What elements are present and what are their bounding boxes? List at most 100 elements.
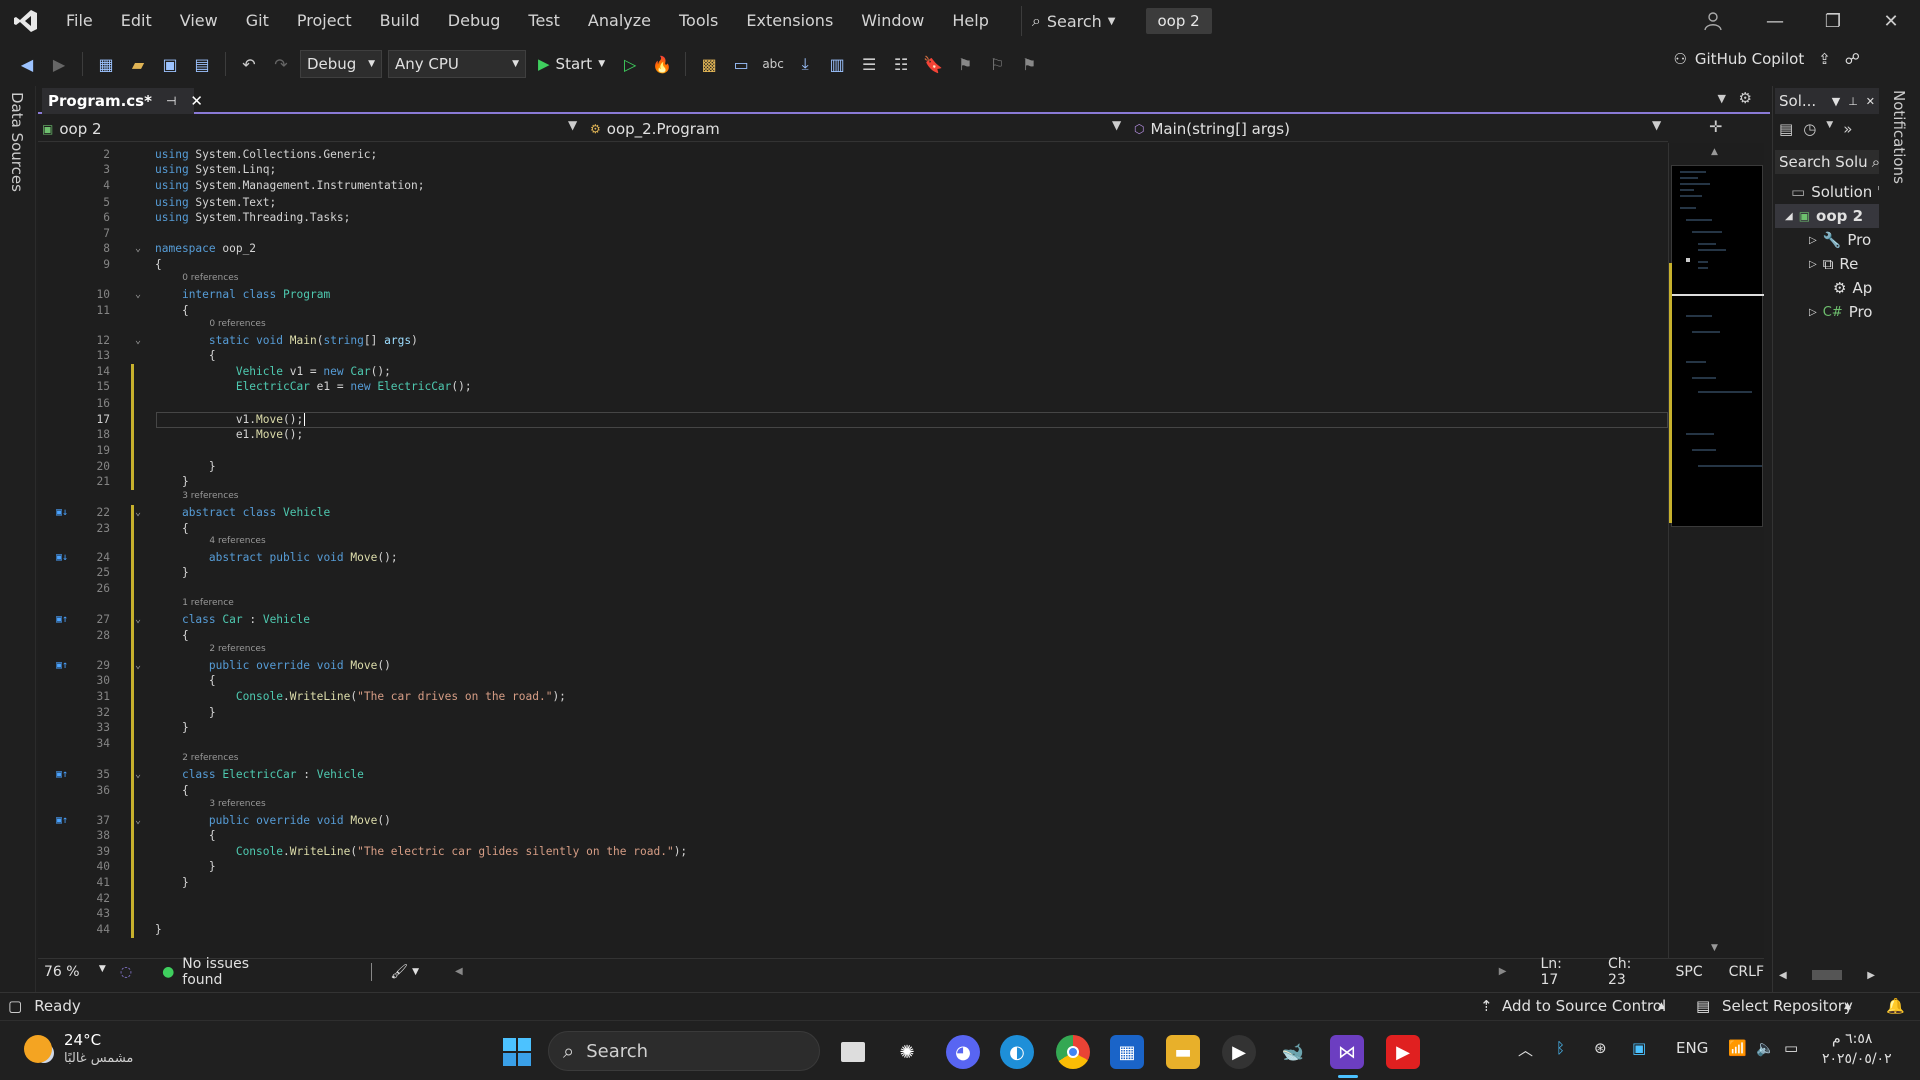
code-line[interactable]: 13 { xyxy=(38,348,1668,364)
step-icon[interactable]: ⤓ xyxy=(792,51,818,77)
scroll-left-icon[interactable]: ◀ xyxy=(455,966,463,977)
close-tab-icon[interactable]: ✕ xyxy=(190,92,203,110)
menu-git[interactable]: Git xyxy=(232,0,283,42)
code-line[interactable]: 26 xyxy=(38,581,1668,597)
bookmark-prev-icon[interactable]: ⚑ xyxy=(952,51,978,77)
minimize-button[interactable]: — xyxy=(1746,0,1804,42)
code-cleanup-icon[interactable]: 🖌 xyxy=(390,964,408,980)
code-line[interactable]: 19 xyxy=(38,443,1668,459)
code-line[interactable]: 41 } xyxy=(38,875,1668,891)
wifi-icon[interactable]: 📶 xyxy=(1728,1039,1747,1057)
fold-chevron-icon[interactable]: ⌄ xyxy=(135,241,141,257)
minimap-scrollbar[interactable]: ✛ ▲ ▼ xyxy=(1668,117,1764,958)
platform-select[interactable]: Any CPU ▼ xyxy=(388,50,526,78)
start-without-debugging-icon[interactable]: ▷ xyxy=(617,51,643,77)
search-button[interactable]: ⌕ Search ▼ xyxy=(1020,6,1126,36)
code-line[interactable]: 27 ▣↑ ⌄ class Car : Vehicle xyxy=(38,612,1668,628)
history-icon[interactable]: ◷ xyxy=(1803,120,1816,138)
bookmark-clear-icon[interactable]: ⚑ xyxy=(1016,51,1042,77)
code-line[interactable]: 25 } xyxy=(38,565,1668,581)
bluetooth-icon[interactable]: ᛒ xyxy=(1556,1039,1565,1057)
code-line[interactable]: 17 v1.Move(); xyxy=(38,412,1668,428)
copilot-status-icon[interactable]: ◌ xyxy=(120,964,132,980)
menu-tools[interactable]: Tools xyxy=(665,0,732,42)
codelens-references[interactable]: 1 reference xyxy=(182,598,234,608)
code-line[interactable]: 4 using System.Management.Instrumentation… xyxy=(38,178,1668,194)
feedback-icon[interactable]: ☍ xyxy=(1845,50,1860,68)
code-line[interactable]: 14 Vehicle v1 = new Car(); xyxy=(38,364,1668,380)
menu-test[interactable]: Test xyxy=(514,0,574,42)
type-scope-select[interactable]: ⚙ oop_2.Program xyxy=(590,118,720,140)
close-panel-icon[interactable]: ✕ xyxy=(1866,95,1875,108)
task-view-icon[interactable] xyxy=(836,1035,870,1069)
code-line[interactable]: 29 ▣↑ ⌄ public override void Move() xyxy=(38,658,1668,674)
scroll-right-icon[interactable]: ▶ xyxy=(1867,970,1875,981)
chevron-down-icon[interactable]: ▼ xyxy=(1832,95,1840,108)
codelens-references[interactable]: 2 references xyxy=(209,644,265,654)
codelens-references[interactable]: 4 references xyxy=(209,536,265,546)
weather-temperature[interactable]: 24°C xyxy=(64,1031,101,1049)
inheritance-margin-icon[interactable]: ▣↓ xyxy=(56,550,68,566)
hot-reload-icon[interactable]: 🔥 xyxy=(649,51,675,77)
fold-chevron-icon[interactable]: ⌄ xyxy=(135,287,141,303)
code-line[interactable]: 32 } xyxy=(38,705,1668,721)
new-project-icon[interactable]: ▦ xyxy=(93,51,119,77)
fold-chevron-icon[interactable]: ⌄ xyxy=(135,333,141,349)
tab-list-dropdown-icon[interactable]: ▼ xyxy=(1718,92,1726,105)
split-editor-icon[interactable]: ✛ xyxy=(1709,117,1722,136)
menu-window[interactable]: Window xyxy=(847,0,938,42)
tree-item-program-cs[interactable]: ▷ C# Pro xyxy=(1809,300,1879,324)
inheritance-margin-icon[interactable]: ▣↑ xyxy=(56,658,68,674)
select-repository-button[interactable]: Select Repository xyxy=(1722,997,1853,1015)
github-copilot-button[interactable]: ⚇ GitHub Copilot ⇪ ☍ xyxy=(1673,50,1860,68)
code-line[interactable]: 24 ▣↓ abstract public void Move(); xyxy=(38,550,1668,566)
tree-item-app-config[interactable]: ⚙ Ap xyxy=(1833,276,1879,300)
open-folder-icon[interactable]: ▰ xyxy=(125,51,151,77)
code-line[interactable]: 36 { xyxy=(38,783,1668,799)
format-icon[interactable]: ▥ xyxy=(824,51,850,77)
line-indicator[interactable]: Ln: 17 xyxy=(1540,956,1584,988)
pin-icon[interactable]: ⊣ xyxy=(166,94,176,108)
chevron-down-icon[interactable]: ▼ xyxy=(1652,118,1661,132)
spellcheck-icon[interactable]: abc xyxy=(760,51,786,77)
app-tray-icon[interactable]: ⊛ xyxy=(1594,1039,1607,1057)
code-line[interactable]: 15 ElectricCar e1 = new ElectricCar(); xyxy=(38,379,1668,395)
battery-icon[interactable]: ▭ xyxy=(1784,1039,1798,1057)
code-line[interactable]: 33 } xyxy=(38,720,1668,736)
tree-item-solution[interactable]: ▭ Solution ' xyxy=(1791,180,1879,204)
code-line[interactable]: 8 ⌄ namespace oop_2 xyxy=(38,241,1668,257)
code-line[interactable]: 7 xyxy=(38,226,1668,242)
chrome-icon[interactable] xyxy=(1056,1035,1090,1069)
member-scope-select[interactable]: ⬡ Main(string[] args) xyxy=(1134,118,1290,140)
code-line[interactable]: 39 Console.WriteLine("The electric car g… xyxy=(38,844,1668,860)
discord-icon[interactable]: ◕ xyxy=(946,1035,980,1069)
media-player-icon[interactable]: ▶ xyxy=(1222,1035,1256,1069)
data-sources-tab[interactable]: Data Sources xyxy=(8,92,26,192)
chevron-down-icon[interactable]: ▼ xyxy=(1826,120,1833,138)
language-indicator[interactable]: ENG xyxy=(1676,1039,1708,1057)
code-line[interactable]: 38 { xyxy=(38,828,1668,844)
notifications-tab[interactable]: Notifications xyxy=(1890,90,1908,184)
forward-icon[interactable]: ▶ xyxy=(46,51,72,77)
code-line[interactable]: 44} xyxy=(38,922,1668,938)
menu-file[interactable]: File xyxy=(52,0,107,42)
code-line[interactable]: 28 { xyxy=(38,628,1668,644)
show-hidden-icons-icon[interactable]: ︿ xyxy=(1518,1039,1533,1060)
code-line[interactable]: 12 ⌄ static void Main(string[] args) xyxy=(38,333,1668,349)
visual-studio-taskbar-icon[interactable]: ⋈ xyxy=(1330,1035,1364,1069)
code-line[interactable]: 2 using System.Collections.Generic; xyxy=(38,147,1668,163)
code-line[interactable]: 5 using System.Text; xyxy=(38,195,1668,211)
minimap-view[interactable] xyxy=(1671,165,1764,527)
whitespace-indicator[interactable]: SPC xyxy=(1676,964,1703,980)
bookmark-next-icon[interactable]: ⚐ xyxy=(984,51,1010,77)
solution-search-input[interactable]: Search Solu ⌕ xyxy=(1775,150,1879,174)
code-line[interactable]: 40 } xyxy=(38,859,1668,875)
account-icon[interactable] xyxy=(1684,0,1742,42)
layout-icon[interactable]: ▭ xyxy=(728,51,754,77)
line-ending-indicator[interactable]: CRLF xyxy=(1729,964,1764,980)
code-line[interactable]: 21 } xyxy=(38,474,1668,490)
code-line[interactable]: 18 e1.Move(); xyxy=(38,427,1668,443)
chevron-down-icon[interactable]: ▼ xyxy=(1112,118,1121,132)
codelens-references[interactable]: 3 references xyxy=(182,491,238,501)
menu-edit[interactable]: Edit xyxy=(107,0,166,42)
